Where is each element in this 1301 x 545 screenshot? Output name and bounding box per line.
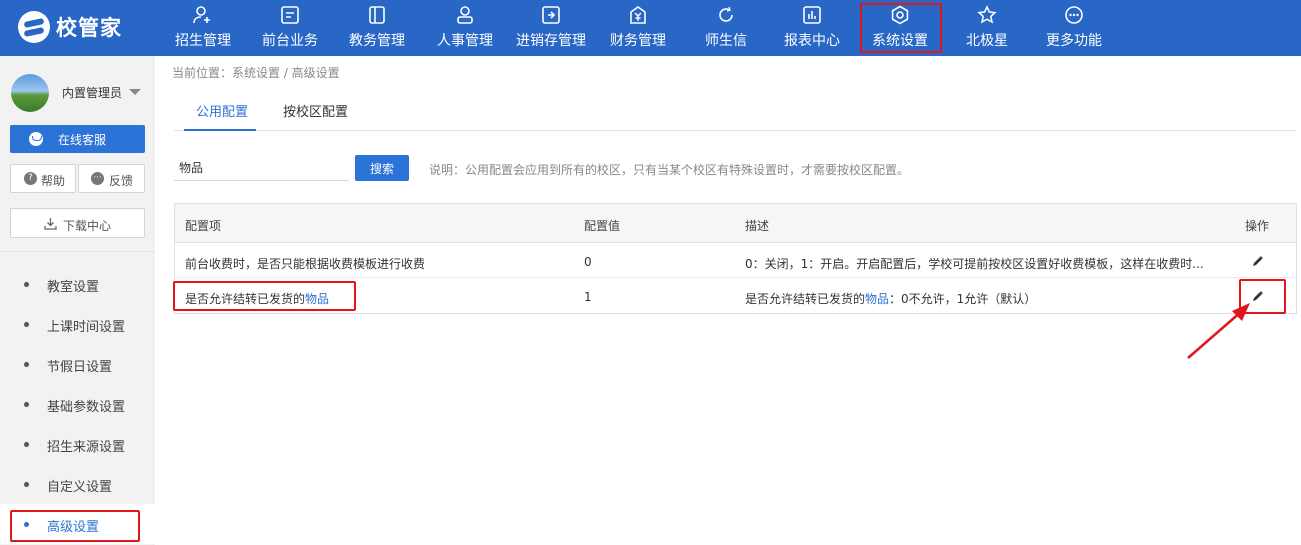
sidebar-item-label: 自定义设置 bbox=[47, 480, 113, 495]
cell-desc: 0：关闭，1：开启。开启配置后，学校可提前按校区设置好收费模板，这样在收费时..… bbox=[745, 257, 1204, 271]
bullet-icon bbox=[24, 482, 29, 487]
star-icon bbox=[977, 5, 997, 24]
download-label: 下载中心 bbox=[63, 219, 112, 233]
help-button[interactable]: ? 帮助 bbox=[10, 164, 76, 193]
screen-icon bbox=[281, 6, 299, 24]
active-tab-indicator bbox=[184, 129, 256, 131]
header-action: 操作 bbox=[1245, 219, 1270, 233]
nav-label: 财务管理 bbox=[610, 33, 666, 49]
nav-label: 更多功能 bbox=[1046, 33, 1102, 49]
bullet-icon bbox=[24, 362, 29, 367]
sidebar-item-label: 基础参数设置 bbox=[47, 400, 126, 415]
bullet-icon bbox=[24, 282, 29, 287]
yen-icon bbox=[630, 6, 646, 24]
tab-campus-config[interactable]: 按校区配置 bbox=[283, 101, 348, 120]
cell-value: 0 bbox=[584, 255, 592, 269]
brand-logo[interactable]: 校管家 bbox=[18, 9, 122, 45]
search-input[interactable] bbox=[174, 155, 349, 181]
bullet-icon bbox=[24, 322, 29, 327]
sidebar-item-classroom[interactable]: 教室设置 bbox=[0, 264, 155, 304]
nav-item-gengduo[interactable]: 更多功能 bbox=[1039, 0, 1109, 56]
nav-item-jinxiaocun[interactable]: 进销存管理 bbox=[511, 0, 591, 56]
config-note: 说明：公用配置会应用到所有的校区，只有当某个校区有特殊设置时，才需要按校区配置。 bbox=[429, 163, 910, 177]
table-header: 配置项 配置值 描述 操作 bbox=[175, 204, 1296, 243]
nav-item-zhaosheng[interactable]: 招生管理 bbox=[168, 0, 238, 56]
tabs-divider bbox=[174, 130, 1297, 131]
header-desc: 描述 bbox=[745, 219, 770, 233]
sidebar-item-class-time[interactable]: 上课时间设置 bbox=[0, 304, 155, 344]
nav-label: 人事管理 bbox=[437, 33, 493, 49]
divider bbox=[0, 251, 155, 252]
nav-item-shishengxin[interactable]: 师生信 bbox=[691, 0, 761, 56]
online-service-button[interactable]: 在线客服 bbox=[10, 125, 145, 153]
search-button[interactable]: 搜索 bbox=[355, 155, 409, 181]
header-value: 配置值 bbox=[584, 219, 621, 233]
more-icon bbox=[1065, 6, 1083, 24]
highlight-box-sidebar bbox=[10, 510, 140, 542]
service-icon bbox=[29, 132, 43, 146]
inbox-icon bbox=[542, 6, 560, 24]
online-service-label: 在线客服 bbox=[58, 133, 107, 147]
nav-label: 报表中心 bbox=[784, 33, 840, 49]
sidebar-item-label: 招生来源设置 bbox=[47, 440, 126, 455]
nav-label: 北极星 bbox=[966, 33, 1008, 49]
cell-value: 1 bbox=[584, 290, 592, 304]
header-item: 配置项 bbox=[185, 219, 222, 233]
person-add-icon bbox=[193, 6, 210, 24]
caret-down-icon[interactable] bbox=[129, 89, 141, 95]
nav-item-qiantai[interactable]: 前台业务 bbox=[255, 0, 325, 56]
logo-icon bbox=[18, 11, 50, 43]
sidebar-item-enroll-source[interactable]: 招生来源设置 bbox=[0, 424, 155, 464]
breadcrumb: 当前位置：系统设置 / 高级设置 bbox=[172, 66, 340, 80]
question-icon: ? bbox=[24, 172, 37, 185]
help-label: 帮助 bbox=[41, 174, 66, 188]
highlight-box-row-item bbox=[173, 281, 356, 311]
feedback-label: 反馈 bbox=[109, 174, 134, 188]
nav-item-caiwu[interactable]: 财务管理 bbox=[603, 0, 673, 56]
sidebar-item-label: 上课时间设置 bbox=[47, 320, 126, 335]
brand-name: 校管家 bbox=[56, 16, 122, 40]
desc-link[interactable]: 物品 bbox=[865, 292, 889, 306]
top-nav: 校管家 招生管理 前台业务 教务管理 人事管理 进销存管理 财务管理 师生信 报… bbox=[0, 0, 1301, 56]
sidebar-item-holidays[interactable]: 节假日设置 bbox=[0, 344, 155, 384]
download-icon bbox=[44, 218, 57, 230]
highlight-box-nav bbox=[860, 3, 942, 53]
cell-desc-text: 是否允许结转已发货的 bbox=[745, 292, 866, 306]
table-row: 前台收费时，是否只能根据收费模板进行收费 0 0：关闭，1：开启。开启配置后，学… bbox=[175, 243, 1296, 278]
nav-label: 进销存管理 bbox=[516, 33, 586, 49]
nav-label: 教务管理 bbox=[349, 33, 405, 49]
report-icon bbox=[803, 6, 821, 24]
user-name[interactable]: 内置管理员 bbox=[62, 84, 122, 101]
sidebar-item-label: 节假日设置 bbox=[47, 360, 113, 375]
sidebar-item-basic-params[interactable]: 基础参数设置 bbox=[0, 384, 155, 424]
cell-desc-suffix: ：0不允许，1允许（默认） bbox=[889, 292, 1037, 306]
sidebar-item-label: 教室设置 bbox=[47, 280, 100, 295]
nav-label: 前台业务 bbox=[262, 33, 318, 49]
sidebar: 内置管理员 在线客服 ? 帮助 ··· 反馈 下载中心 教室设置 上课时间设置 … bbox=[0, 56, 155, 545]
download-center-button[interactable]: 下载中心 bbox=[10, 208, 145, 238]
cell-item: 前台收费时，是否只能根据收费模板进行收费 bbox=[185, 257, 426, 271]
person-icon bbox=[457, 6, 473, 24]
nav-label: 师生信 bbox=[705, 33, 747, 49]
annotation-arrow-icon bbox=[1187, 303, 1250, 359]
edit-icon[interactable] bbox=[1252, 255, 1264, 267]
bullet-icon bbox=[24, 442, 29, 447]
book-icon bbox=[369, 6, 385, 24]
nav-label: 招生管理 bbox=[175, 33, 231, 49]
nav-item-jiaowu[interactable]: 教务管理 bbox=[342, 0, 412, 56]
nav-item-renshi[interactable]: 人事管理 bbox=[430, 0, 500, 56]
nav-item-baobiao[interactable]: 报表中心 bbox=[777, 0, 847, 56]
bullet-icon bbox=[24, 402, 29, 407]
avatar[interactable] bbox=[11, 74, 49, 112]
feedback-button[interactable]: ··· 反馈 bbox=[78, 164, 145, 193]
nav-item-beijixing[interactable]: 北极星 bbox=[952, 0, 1022, 56]
sidebar-item-custom[interactable]: 自定义设置 bbox=[0, 464, 155, 504]
tab-common-config[interactable]: 公用配置 bbox=[196, 101, 248, 120]
comment-icon: ··· bbox=[91, 172, 104, 185]
cell-desc: 是否允许结转已发货的物品：0不允许，1允许（默认） bbox=[745, 290, 1036, 307]
chat-icon bbox=[719, 6, 733, 22]
